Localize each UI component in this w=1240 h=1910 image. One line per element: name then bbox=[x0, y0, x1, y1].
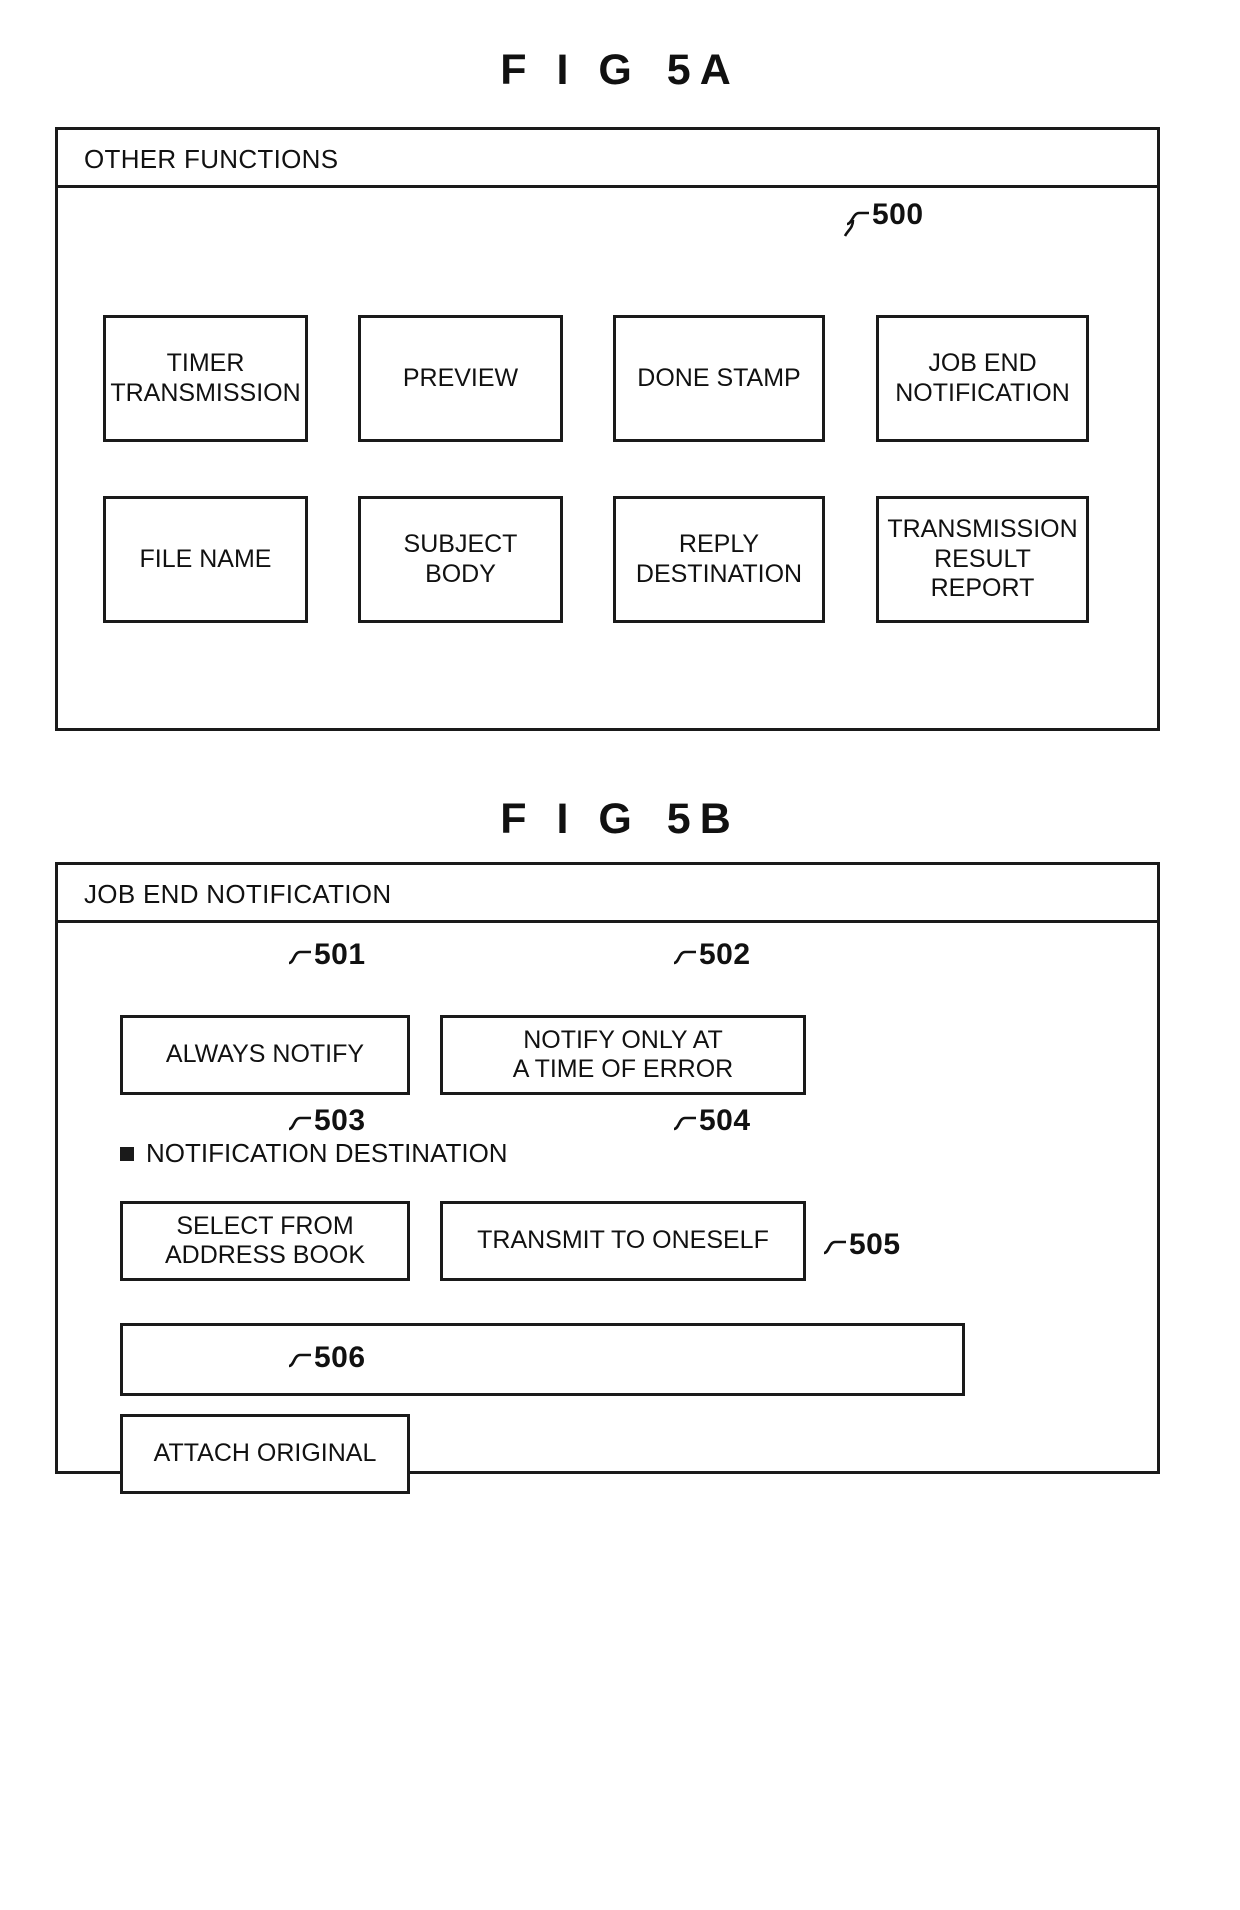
reference-numeral-502-text: 502 bbox=[699, 938, 751, 971]
button-attach-original[interactable]: ATTACH ORIGINAL bbox=[120, 1414, 410, 1494]
button-done-stamp[interactable]: DONE STAMP bbox=[613, 315, 825, 442]
panel-b-header-label: JOB END NOTIFICATION bbox=[84, 879, 392, 909]
reference-numeral-506-text: 506 bbox=[314, 1341, 366, 1374]
reference-numeral-504-text: 504 bbox=[699, 1104, 751, 1137]
button-always-notify[interactable]: ALWAYS NOTIFY bbox=[120, 1015, 410, 1095]
notification-destination-section-label-text: NOTIFICATION DESTINATION bbox=[146, 1138, 508, 1168]
reference-numeral-503: 503 bbox=[288, 1104, 366, 1138]
button-reply-destination-label: REPLY DESTINATION bbox=[635, 530, 803, 588]
panel-a-body: TIMER TRANSMISSION PREVIEW DONE STAMP JO… bbox=[58, 188, 1157, 728]
leader-line-icon bbox=[673, 1114, 697, 1132]
reference-numeral-505: 505 bbox=[823, 1228, 901, 1262]
button-timer-transmission[interactable]: TIMER TRANSMISSION bbox=[103, 315, 308, 442]
button-reply-destination[interactable]: REPLY DESTINATION bbox=[613, 496, 825, 623]
reference-numeral-500: 500 bbox=[846, 198, 924, 232]
panel-b-body: ALWAYS NOTIFY NOTIFY ONLY AT A TIME OF E… bbox=[58, 923, 1157, 1494]
button-subject-body[interactable]: SUBJECT BODY bbox=[358, 496, 563, 623]
button-select-from-address-book-label: SELECT FROM ADDRESS BOOK bbox=[164, 1211, 366, 1270]
reference-numeral-502: 502 bbox=[673, 938, 751, 972]
figure-5a-title-number: 5A bbox=[666, 46, 740, 94]
button-preview[interactable]: PREVIEW bbox=[358, 315, 563, 442]
button-select-from-address-book[interactable]: SELECT FROM ADDRESS BOOK bbox=[120, 1201, 410, 1281]
square-bullet-icon bbox=[120, 1146, 134, 1161]
button-transmit-to-oneself-label: TRANSMIT TO ONESELF bbox=[477, 1226, 769, 1255]
patent-figure-page: F I G 5A OTHER FUNCTIONS TIMER TRANSMISSI… bbox=[0, 0, 1240, 1910]
button-notify-only-at-a-time-of-error[interactable]: NOTIFY ONLY AT A TIME OF ERROR bbox=[440, 1015, 806, 1095]
figure-5b-title-fig: F I G bbox=[500, 795, 641, 843]
reference-numeral-503-text: 503 bbox=[314, 1104, 366, 1137]
other-functions-panel: OTHER FUNCTIONS TIMER TRANSMISSION PREVI… bbox=[55, 127, 1160, 731]
leader-line-icon bbox=[288, 1114, 312, 1132]
button-file-name[interactable]: FILE NAME bbox=[103, 496, 308, 623]
panel-b-header: JOB END NOTIFICATION bbox=[58, 865, 1157, 923]
figure-5a-title-fig: F I G bbox=[500, 46, 641, 94]
leader-line-icon bbox=[846, 208, 870, 226]
reference-numeral-500-text: 500 bbox=[872, 198, 924, 231]
button-subject-body-label: SUBJECT BODY bbox=[403, 530, 518, 588]
reference-numeral-504: 504 bbox=[673, 1104, 751, 1138]
leader-line-icon bbox=[288, 1351, 312, 1369]
button-preview-label: PREVIEW bbox=[402, 363, 519, 392]
button-transmission-result-report[interactable]: TRANSMISSION RESULT REPORT bbox=[876, 496, 1089, 623]
reference-numeral-506: 506 bbox=[288, 1341, 366, 1375]
reference-numeral-501-text: 501 bbox=[314, 938, 366, 971]
leader-line-icon bbox=[288, 948, 312, 966]
notification-address-input[interactable] bbox=[120, 1323, 965, 1396]
panel-a-header-label: OTHER FUNCTIONS bbox=[84, 144, 339, 174]
panel-a-header: OTHER FUNCTIONS bbox=[58, 130, 1157, 188]
button-transmission-result-report-label: TRANSMISSION RESULT REPORT bbox=[887, 515, 1078, 603]
button-file-name-label: FILE NAME bbox=[139, 544, 272, 573]
figure-5a-title: F I G 5A bbox=[0, 46, 1240, 95]
notification-destination-section-label: NOTIFICATION DESTINATION bbox=[120, 1138, 508, 1169]
button-timer-transmission-label: TIMER TRANSMISSION bbox=[110, 349, 301, 407]
reference-numeral-501: 501 bbox=[288, 938, 366, 972]
leader-line-icon bbox=[673, 948, 697, 966]
figure-5b-title-number: 5B bbox=[666, 795, 740, 843]
button-job-end-notification[interactable]: JOB END NOTIFICATION bbox=[876, 315, 1089, 442]
reference-numeral-505-text: 505 bbox=[849, 1228, 901, 1261]
button-transmit-to-oneself[interactable]: TRANSMIT TO ONESELF bbox=[440, 1201, 806, 1281]
button-done-stamp-label: DONE STAMP bbox=[637, 363, 801, 392]
button-notify-only-at-a-time-of-error-label: NOTIFY ONLY AT A TIME OF ERROR bbox=[512, 1025, 734, 1084]
figure-5b-title: F I G 5B bbox=[0, 795, 1240, 844]
button-always-notify-label: ALWAYS NOTIFY bbox=[165, 1040, 365, 1069]
job-end-notification-panel: JOB END NOTIFICATION ALWAYS NOTIFY NOTIF… bbox=[55, 862, 1160, 1494]
leader-line-icon bbox=[823, 1238, 847, 1256]
button-job-end-notification-label: JOB END NOTIFICATION bbox=[895, 349, 1070, 407]
button-attach-original-label: ATTACH ORIGINAL bbox=[153, 1439, 377, 1468]
